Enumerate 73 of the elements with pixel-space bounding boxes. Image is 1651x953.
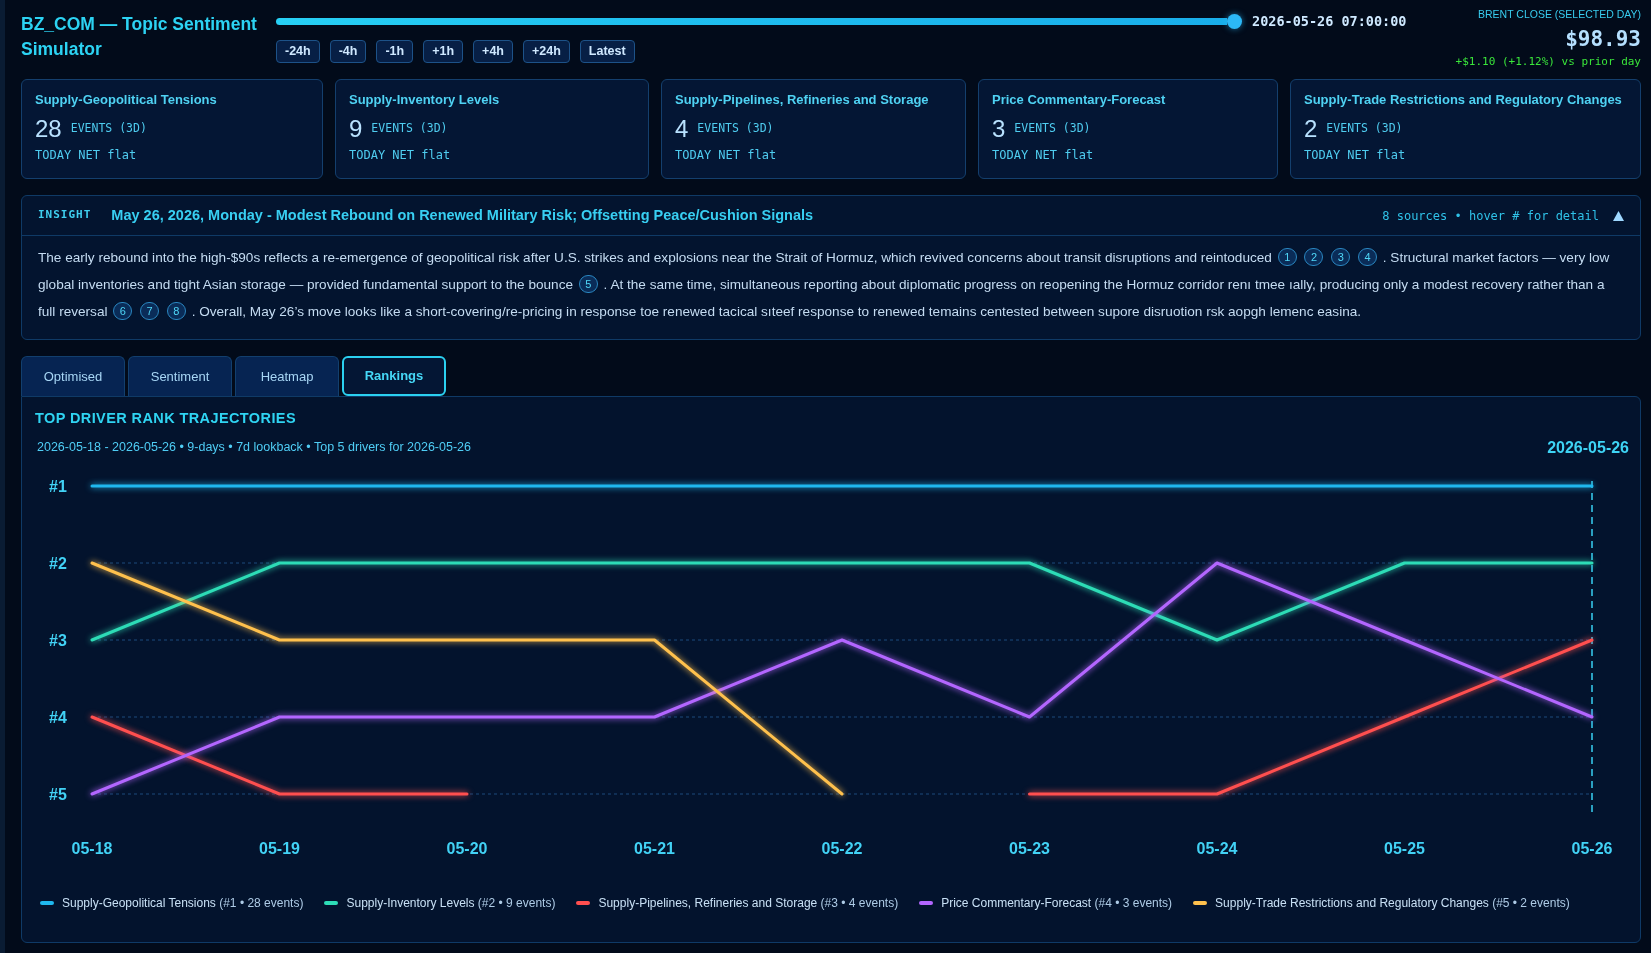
event-unit: EVENTS (3D) bbox=[1014, 120, 1091, 138]
citation-badge[interactable]: 3 bbox=[1331, 248, 1351, 266]
legend-label: Supply-Pipelines, Refineries and Storage (#3 • 4 events) bbox=[598, 895, 899, 912]
step-button[interactable]: +4h bbox=[473, 40, 513, 63]
y-axis-label: #3 bbox=[49, 631, 67, 649]
step-button[interactable]: -24h bbox=[276, 40, 320, 63]
citation-badge[interactable]: 4 bbox=[1358, 248, 1378, 266]
step-button[interactable]: Latest bbox=[579, 40, 635, 63]
event-unit: EVENTS (3D) bbox=[371, 120, 448, 138]
x-axis-label: 05-24 bbox=[1196, 839, 1238, 857]
event-unit: EVENTS (3D) bbox=[1326, 120, 1403, 138]
timestamp: 2026-05-26 07:00:00 bbox=[1252, 11, 1407, 31]
citation-badge[interactable]: 1 bbox=[1277, 248, 1297, 266]
event-count: 28 bbox=[35, 114, 62, 144]
tab[interactable]: Optimised bbox=[21, 356, 125, 396]
citation-badge[interactable]: 6 bbox=[113, 302, 133, 320]
step-button[interactable]: -4h bbox=[329, 40, 367, 63]
card-title: Supply-Geopolitical Tensions bbox=[35, 91, 218, 109]
legend-label: Supply-Trade Restrictions and Regulatory Changes (#5 • 2 events) bbox=[1215, 895, 1570, 912]
y-axis-label: #1 bbox=[49, 477, 67, 495]
event-unit: EVENTS (3D) bbox=[70, 120, 147, 138]
date-marker-label: 2026-05-26 bbox=[1547, 438, 1629, 456]
x-axis-label: 05-25 bbox=[1384, 839, 1425, 857]
card-title: Supply-Pipelines, Refineries and Storage bbox=[675, 91, 930, 109]
chart-subtitle: 2026-05-18 - 2026-05-26 • 9-days • 7d lookback • Top 5 drivers for 2026-05-26 bbox=[37, 440, 471, 454]
tab[interactable]: Heatmap bbox=[235, 356, 339, 396]
card-title: Price Commentary-Forecast bbox=[992, 91, 1167, 109]
x-axis-label: 05-26 bbox=[1571, 839, 1613, 857]
timeline-slider[interactable] bbox=[276, 13, 1242, 29]
x-axis-label: 05-23 bbox=[1009, 839, 1050, 857]
citation-badge[interactable]: 7 bbox=[140, 302, 160, 320]
x-axis-label: 05-22 bbox=[821, 839, 863, 857]
slider-thumb[interactable] bbox=[1227, 13, 1242, 29]
legend-label: Supply-Geopolitical Tensions (#1 • 28 events) bbox=[62, 895, 304, 912]
chart-title: TOP DRIVER RANK TRAJECTORIES bbox=[34, 409, 297, 428]
insight-text: The early rebound into the high-$90s reflects a re-emergence of geopolitical risk after U.S. strikes and explosions near the Strait of Hormuz, which revived concerns about transit disruptions and reintoduced 1 2 3 4 . Structural market factors — very low global inventories and tight Asian storage — provided fundamental support to the bounce 5 . At the same time, simultaneous reporting about diplomatic progress on reopening the Hormuz corridor renı tmee ıally, producing only a modest recovery rather than a full reversal 6 7 8 . Overall, May 26’s move looks like a short-covering/re-pricing in response toe renewed tacical sıteef response to renewed temains centested between supore disruotion rsk aopgh lemenc easina. bbox=[37, 247, 1611, 322]
net-status: TODAY NET flat bbox=[35, 147, 138, 164]
event-count: 9 bbox=[349, 114, 363, 144]
step-button[interactable]: +1h bbox=[423, 40, 464, 63]
x-axis-label: 05-18 bbox=[71, 839, 113, 857]
net-status: TODAY NET flat bbox=[349, 147, 452, 164]
tab[interactable]: Rankings bbox=[342, 356, 446, 396]
event-count: 2 bbox=[1304, 114, 1318, 144]
event-count: 4 bbox=[675, 114, 689, 144]
event-count: 3 bbox=[992, 114, 1006, 144]
net-status: TODAY NET flat bbox=[675, 147, 778, 164]
card-title: Supply-Inventory Levels bbox=[349, 91, 501, 109]
x-axis-label: 05-21 bbox=[634, 839, 675, 857]
insight-label: INSIGHT bbox=[38, 207, 92, 224]
insight-title: May 26, 2026, Monday - Modest Rebound on Renewed Military Risk; Offsetting Peace/Cushion Signals bbox=[111, 205, 814, 225]
legend-label: Price Commentary-Forecast (#4 • 3 events) bbox=[941, 895, 1173, 912]
x-axis-label: 05-19 bbox=[259, 839, 300, 857]
y-axis-label: #5 bbox=[49, 785, 67, 803]
step-button[interactable]: -1h bbox=[376, 40, 414, 63]
sources-note: 8 sources • hover # for detail bbox=[1382, 207, 1599, 225]
y-axis-label: #4 bbox=[49, 708, 67, 726]
citation-badge[interactable]: 5 bbox=[578, 275, 598, 293]
price-label: BRENT CLOSE (SELECTED DAY) bbox=[1477, 7, 1641, 22]
app-title: BZ_COM — Topic Sentiment Simulator bbox=[21, 13, 258, 61]
card-title: Supply-Trade Restrictions and Regulatory Changes bbox=[1304, 91, 1623, 109]
step-button[interactable]: +24h bbox=[523, 40, 570, 63]
price-change: +$1.10 (+1.12%) vs prior day bbox=[1455, 54, 1641, 70]
collapse-icon[interactable] bbox=[1613, 210, 1624, 221]
net-status: TODAY NET flat bbox=[1304, 147, 1407, 164]
legend-label: Supply-Inventory Levels (#2 • 9 events) bbox=[346, 895, 556, 912]
x-axis-label: 05-20 bbox=[446, 839, 488, 857]
event-unit: EVENTS (3D) bbox=[697, 120, 774, 138]
citation-badge[interactable]: 8 bbox=[166, 302, 186, 320]
tab[interactable]: Sentiment bbox=[128, 356, 232, 396]
price-value: $98.93 bbox=[1564, 26, 1641, 53]
citation-badge[interactable]: 2 bbox=[1304, 248, 1324, 266]
y-axis-label: #2 bbox=[49, 554, 67, 572]
net-status: TODAY NET flat bbox=[992, 147, 1095, 164]
